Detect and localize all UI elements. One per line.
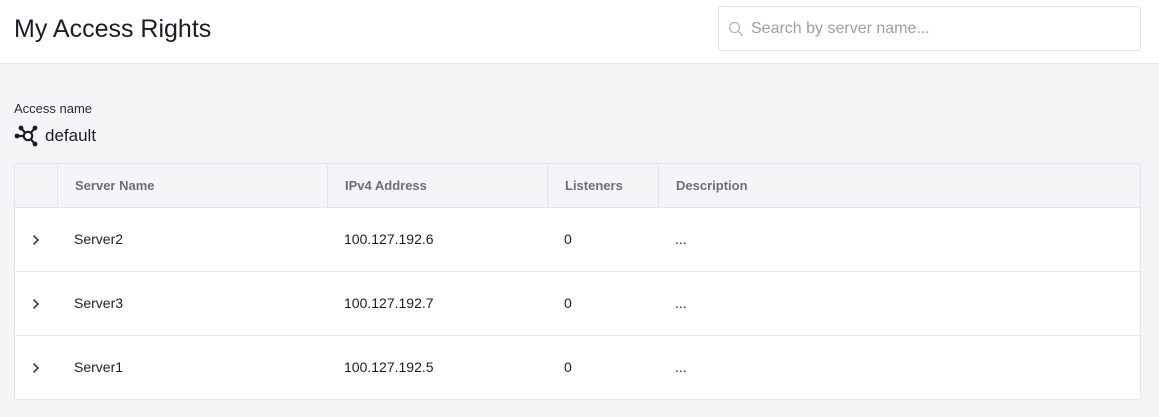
table-row[interactable]: Server2 100.127.192.6 0 ... (15, 208, 1140, 272)
search-box[interactable] (718, 6, 1141, 51)
expand-row-button[interactable] (29, 336, 43, 399)
server-name: Server2 (74, 231, 124, 247)
description: ... (675, 231, 687, 247)
network-icon (14, 125, 38, 147)
expand-row-button[interactable] (29, 272, 43, 335)
chevron-right-icon (33, 234, 39, 245)
chevron-right-icon (33, 362, 39, 373)
access-name-label: Access name (14, 101, 93, 116)
table-row[interactable]: Server3 100.127.192.7 0 ... (15, 272, 1140, 336)
top-bar: My Access Rights (0, 0, 1159, 64)
table-header: Server Name IPv4 Address Listeners Descr… (15, 164, 1140, 208)
column-header-listeners[interactable]: Listeners (547, 164, 658, 208)
column-header-description[interactable]: Description (658, 164, 1140, 208)
column-header-expand (15, 164, 57, 208)
column-header-server-name[interactable]: Server Name (57, 164, 327, 208)
listeners-count: 0 (564, 295, 572, 311)
ipv4-address: 100.127.192.6 (344, 231, 434, 247)
server-name: Server3 (74, 295, 124, 311)
column-header-ipv4-address[interactable]: IPv4 Address (327, 164, 547, 208)
ipv4-address: 100.127.192.7 (344, 295, 434, 311)
ipv4-address: 100.127.192.5 (344, 359, 434, 375)
description: ... (675, 295, 687, 311)
server-name: Server1 (74, 359, 124, 375)
servers-table: Server Name IPv4 Address Listeners Descr… (14, 163, 1141, 400)
access-name: default (45, 126, 97, 145)
search-icon (728, 21, 744, 37)
access-name-value: default (14, 124, 96, 148)
expand-row-button[interactable] (29, 208, 43, 271)
table-row[interactable]: Server1 100.127.192.5 0 ... (15, 336, 1140, 399)
listeners-count: 0 (564, 359, 572, 375)
listeners-count: 0 (564, 231, 572, 247)
page-title: My Access Rights (14, 15, 212, 43)
chevron-right-icon (33, 298, 39, 309)
search-input[interactable] (751, 7, 1131, 50)
description: ... (675, 359, 687, 375)
